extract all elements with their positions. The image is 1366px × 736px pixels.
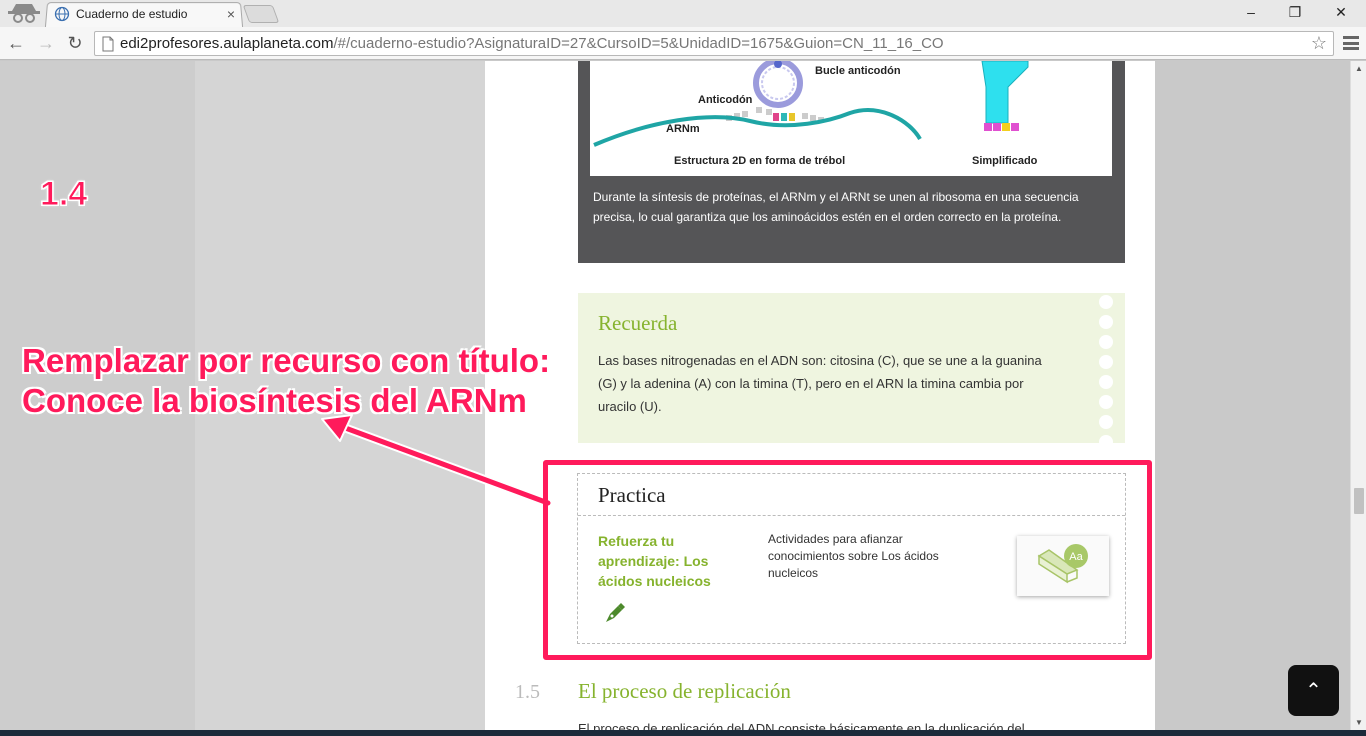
annotation-arrow bbox=[321, 414, 553, 508]
annotation-highlight-box bbox=[543, 460, 1152, 660]
close-window-button[interactable]: ✕ bbox=[1318, 0, 1364, 24]
back-button[interactable]: ← bbox=[5, 32, 27, 54]
url-path: /#/cuaderno-estudio?AsignaturaID=27&Curs… bbox=[333, 35, 944, 52]
figure-caption: Durante la síntesis de proteínas, el ARN… bbox=[593, 190, 1079, 224]
scrollbar-thumb[interactable] bbox=[1354, 488, 1364, 514]
recuerda-text: Las bases nitrogenadas en el ADN son: ci… bbox=[598, 353, 1042, 414]
bookmark-star-icon[interactable]: ☆ bbox=[1311, 33, 1327, 54]
figure-box: Bucle anticodón Anticodón ARNm Estructur… bbox=[578, 61, 1125, 263]
globe-icon bbox=[54, 6, 70, 22]
section-number: 1.5 bbox=[515, 681, 540, 703]
scroll-to-top-button[interactable]: ⌃ bbox=[1288, 665, 1339, 716]
tab-close-icon[interactable]: × bbox=[224, 6, 238, 22]
reload-button[interactable]: ↻ bbox=[64, 32, 86, 54]
section-body: El proceso de replicación del ADN consis… bbox=[578, 721, 1025, 730]
label-estructura: Estructura 2D en forma de trébol bbox=[674, 155, 846, 167]
minimize-button[interactable]: – bbox=[1228, 0, 1274, 24]
scroll-down-icon[interactable]: ▼ bbox=[1355, 718, 1363, 727]
annotation-number: 1.4 bbox=[39, 175, 88, 214]
decorative-dots bbox=[1099, 295, 1113, 449]
page-icon bbox=[102, 36, 114, 51]
url-host: edi2profesores.aulaplaneta.com bbox=[120, 35, 334, 52]
restore-button[interactable]: ❐ bbox=[1272, 0, 1318, 24]
browser-toolbar: ← → ↻ edi2profesores.aulaplaneta.com/#/c… bbox=[0, 27, 1366, 60]
tab-bar: Cuaderno de estudio × – ❐ ✕ bbox=[0, 0, 1366, 28]
annotation-line-1: Remplazar por recurso con título: bbox=[22, 342, 551, 379]
tab-content[interactable]: Cuaderno de estudio × bbox=[54, 4, 238, 24]
url-text: edi2profesores.aulaplaneta.com/#/cuadern… bbox=[120, 35, 944, 52]
tab-title: Cuaderno de estudio bbox=[76, 7, 188, 21]
label-anticodon: Anticodón bbox=[698, 94, 753, 106]
os-taskbar bbox=[0, 730, 1366, 736]
right-panel bbox=[1155, 61, 1350, 730]
recuerda-box: Recuerda Las bases nitrogenadas en el AD… bbox=[578, 293, 1125, 449]
label-simplificado: Simplificado bbox=[972, 155, 1038, 167]
recuerda-title: Recuerda bbox=[598, 311, 678, 335]
scroll-up-icon[interactable]: ▲ bbox=[1355, 64, 1363, 73]
vertical-scrollbar[interactable]: ▲ ▼ bbox=[1350, 61, 1366, 730]
address-bar[interactable]: edi2profesores.aulaplaneta.com/#/cuadern… bbox=[94, 31, 1334, 56]
forward-button[interactable]: → bbox=[35, 32, 57, 54]
section-title: El proceso de replicación bbox=[578, 679, 791, 703]
trna-diagram: Bucle anticodón Anticodón ARNm Estructur… bbox=[590, 61, 1112, 176]
annotation-text: Remplazar por recurso con título: Conoce… bbox=[22, 341, 550, 421]
browser-menu-icon[interactable] bbox=[1343, 34, 1359, 52]
new-tab-button[interactable] bbox=[242, 5, 280, 23]
incognito-icon bbox=[8, 4, 40, 23]
label-arnm: ARNm bbox=[666, 123, 700, 135]
page-viewport: Bucle anticodón Anticodón ARNm Estructur… bbox=[0, 61, 1350, 730]
label-bucle: Bucle anticodón bbox=[815, 65, 901, 77]
